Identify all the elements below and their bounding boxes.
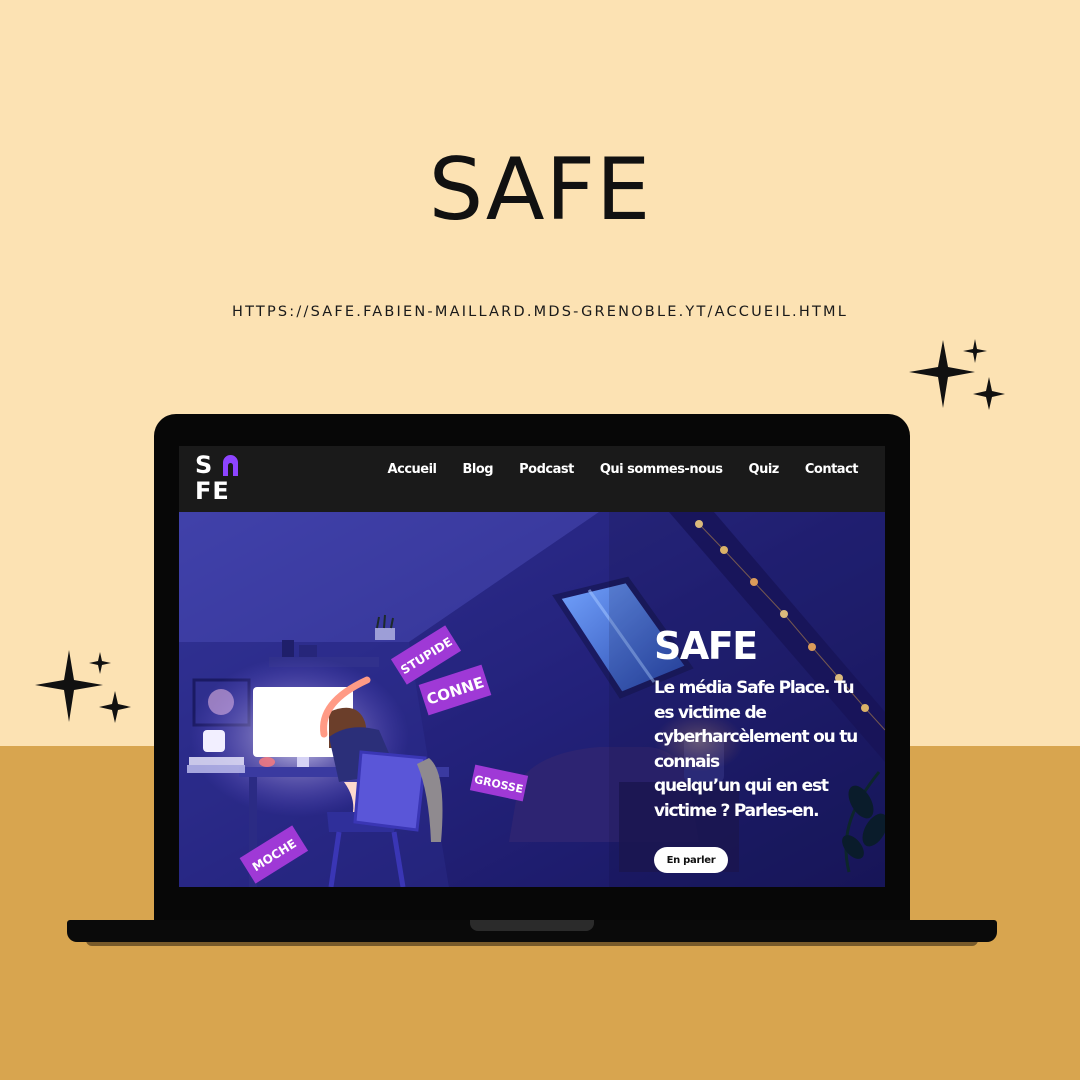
nav-link-blog[interactable]: Blog — [463, 462, 494, 477]
site-header: S FE Accueil Blog Podcast Qui sommes-nou… — [179, 446, 885, 512]
sparkle-icon — [89, 652, 111, 674]
books-stack — [189, 757, 244, 765]
sparkle-icon-cluster-right — [909, 339, 1005, 410]
sparkle-icon — [963, 339, 987, 363]
logo-arch-icon — [223, 455, 238, 476]
chair — [353, 750, 427, 832]
sparkle-icon-cluster-left — [35, 650, 131, 723]
nav-link-contact[interactable]: Contact — [805, 462, 859, 477]
hero-line-4: connais — [654, 751, 720, 772]
mug-icon — [203, 730, 225, 752]
hero-line-2: es victime de — [654, 702, 767, 723]
hero-line-5: quelqu’un qui en est — [654, 776, 829, 796]
logo-bottom-letters: FE — [195, 477, 230, 505]
poster-title: SAFE — [428, 140, 652, 240]
hero-section: STUPIDE CONNE GROSSE MOCHE SAFE Le média… — [179, 512, 885, 887]
main-navigation: Accueil Blog Podcast Qui sommes-nous Qui… — [388, 462, 859, 477]
en-parler-button[interactable]: En parler — [654, 847, 728, 873]
nav-link-qui-sommes-nous[interactable]: Qui sommes-nous — [600, 462, 723, 477]
nav-link-accueil[interactable]: Accueil — [388, 462, 437, 477]
logo-top-letters: S — [195, 451, 214, 479]
website-screen: S FE Accueil Blog Podcast Qui sommes-nou… — [179, 446, 885, 887]
safe-logo[interactable]: S FE — [195, 451, 241, 505]
sparkle-icon — [973, 377, 1005, 410]
nav-link-quiz[interactable]: Quiz — [749, 462, 780, 477]
nav-link-podcast[interactable]: Podcast — [519, 462, 574, 477]
hero-copy: SAFE Le média Safe Place. Tu es victime … — [654, 624, 885, 823]
hero-line-1: Le média Safe Place. Tu — [654, 678, 855, 698]
plant-pot-icon — [375, 628, 395, 640]
sparkle-icon — [909, 340, 975, 408]
hero-title: SAFE — [654, 624, 758, 668]
hero-line-3: cyberharcèlement ou tu — [654, 727, 858, 747]
hero-line-6: victime ? Parles-en. — [654, 800, 820, 821]
poster-url: HTTPS://SAFE.FABIEN-MAILLARD.MDS-GRENOBL… — [232, 304, 848, 320]
hero-description: Le média Safe Place. Tu es victime de cy… — [654, 676, 885, 823]
fruit-slice — [259, 757, 275, 767]
sparkle-icon — [35, 650, 103, 722]
sparkle-icon — [99, 691, 131, 723]
laptop-notch — [470, 920, 594, 931]
